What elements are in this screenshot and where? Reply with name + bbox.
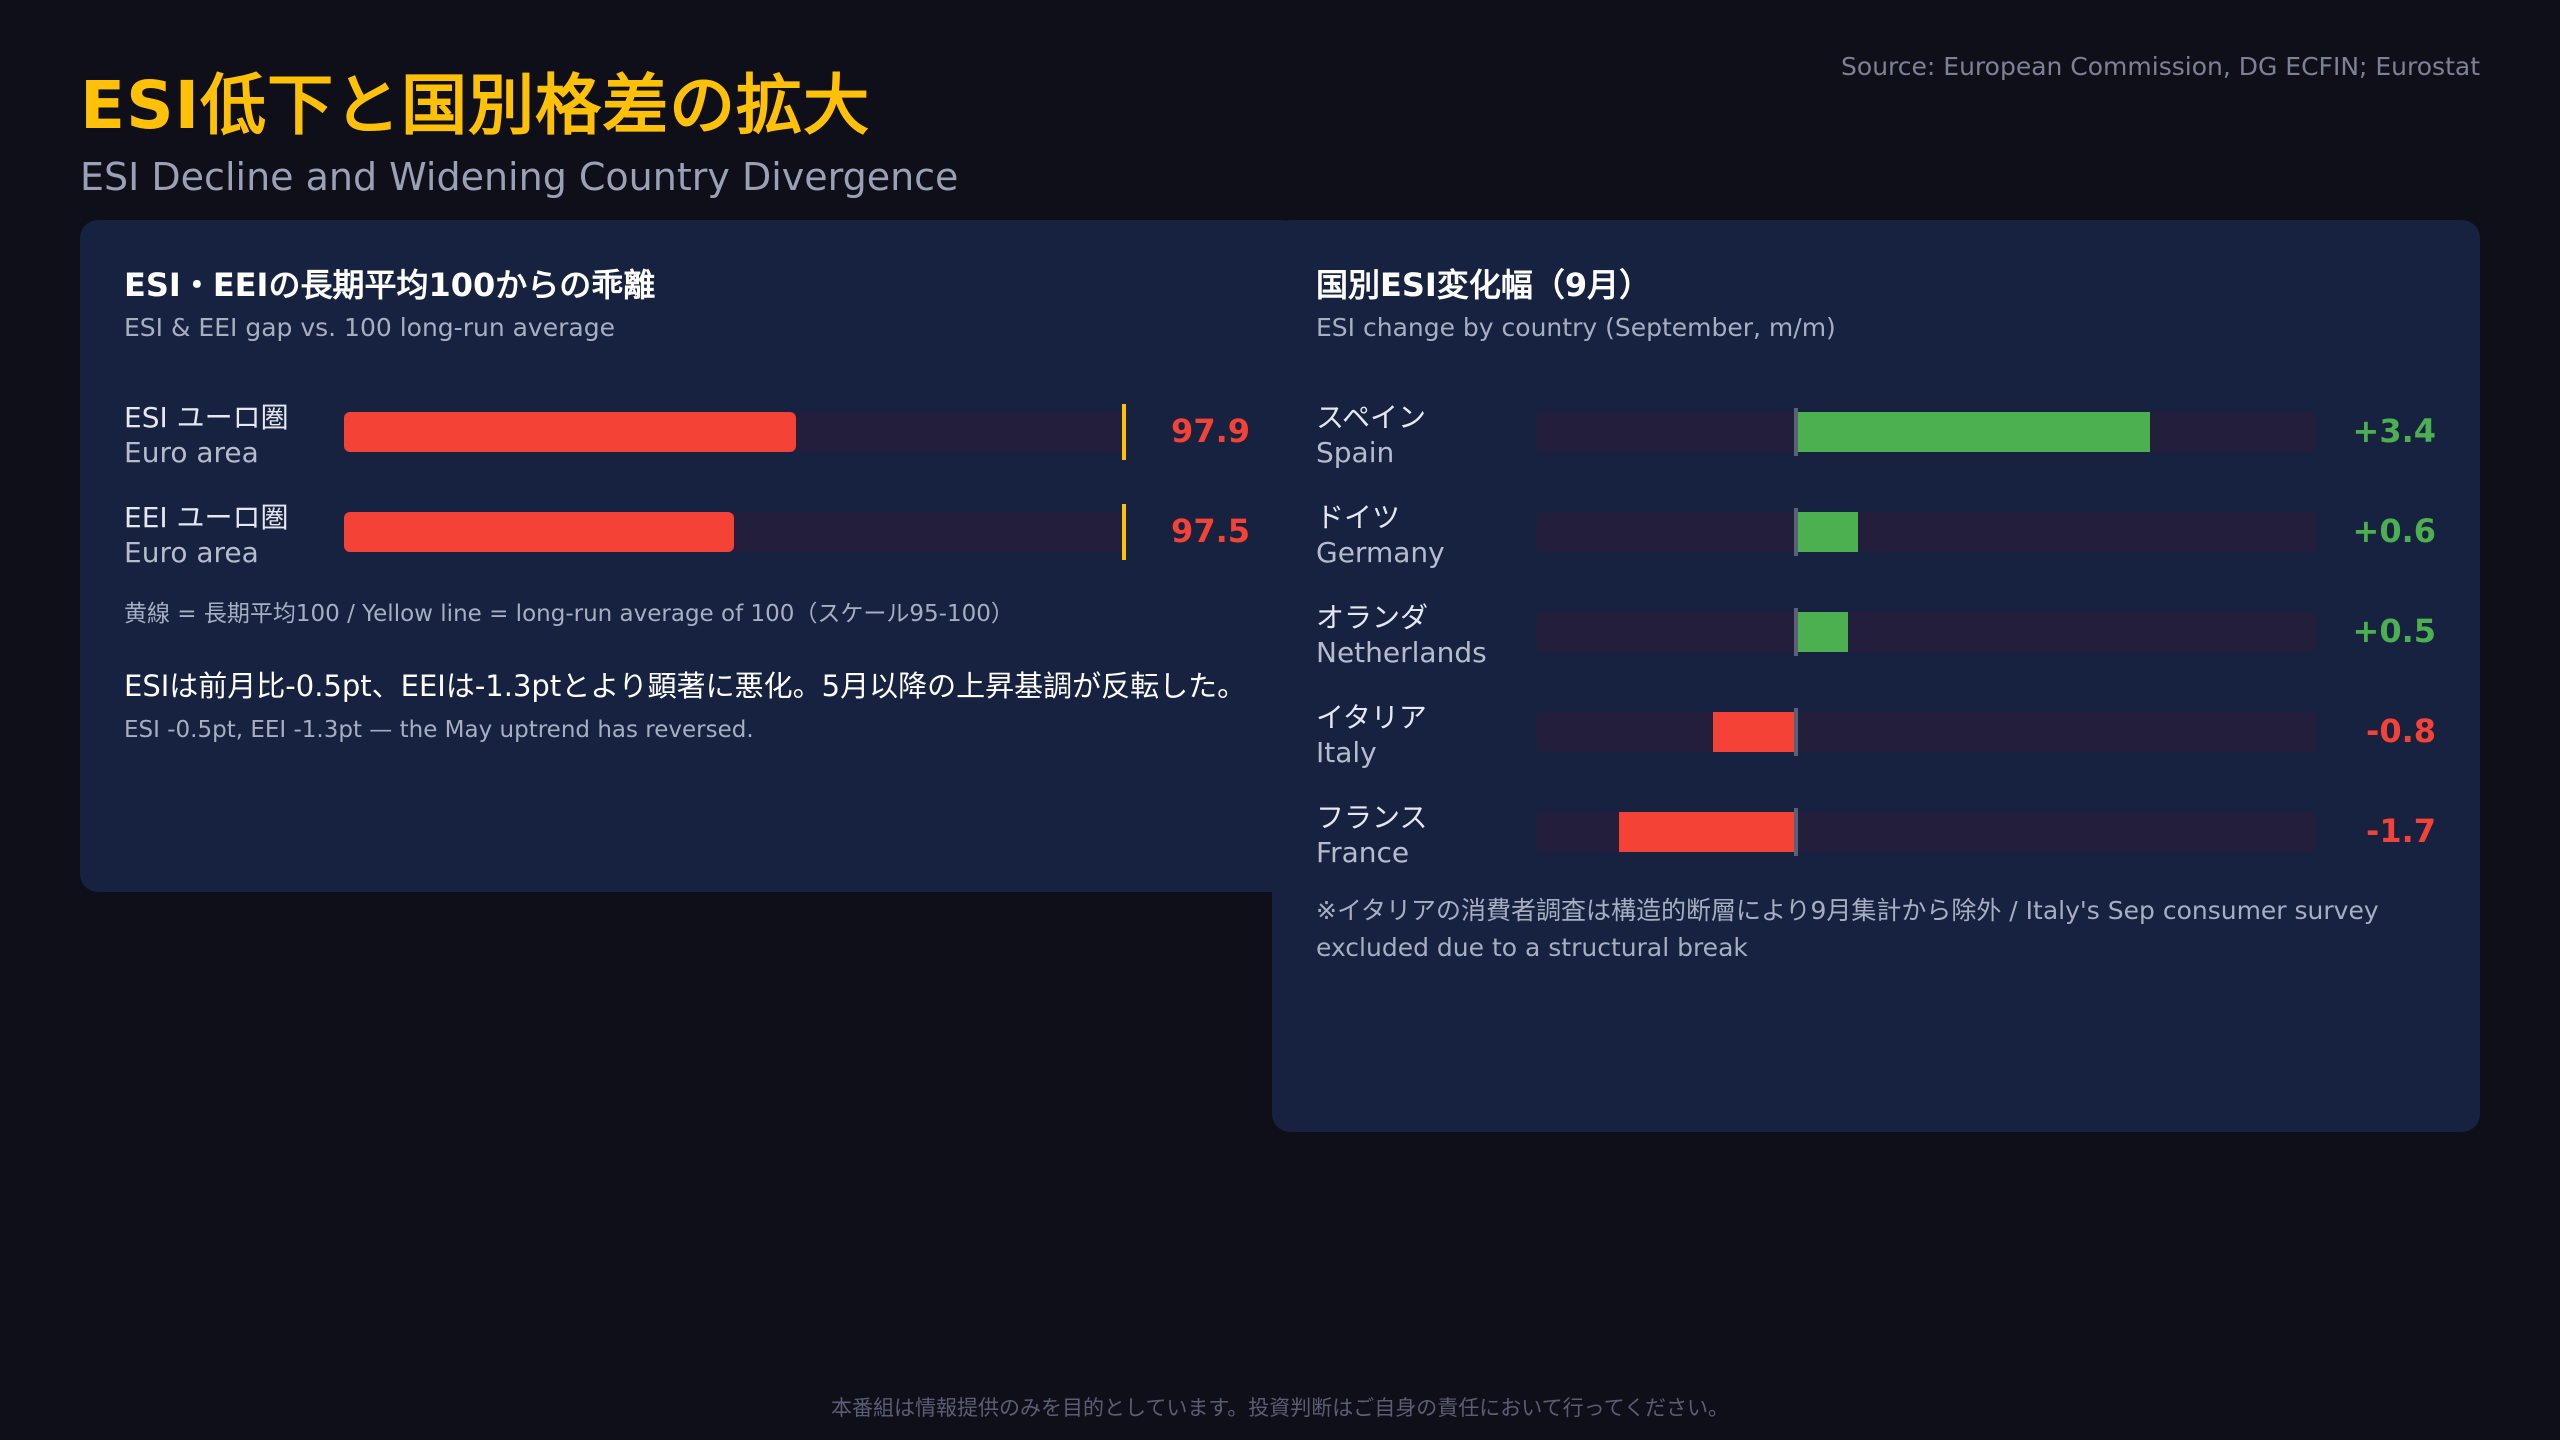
- bar: [344, 512, 734, 552]
- country-label-en: Italy: [1316, 736, 1377, 769]
- country-label-en: France: [1316, 836, 1410, 869]
- bar-label-jp: EEI ユーロ圏: [124, 501, 289, 534]
- panel-title: ESI・EEIの長期平均100からの乖離: [124, 266, 656, 304]
- source-note: Source: European Commission, DG ECFIN; E…: [1841, 52, 2480, 81]
- zero-line: [1794, 808, 1798, 856]
- bar-label-jp: ESI ユーロ圏: [124, 401, 289, 434]
- panel-title: 国別ESI変化幅（9月）: [1316, 266, 1652, 304]
- bar-value-label: +3.4: [2352, 412, 2437, 450]
- bar-value-label: -1.7: [2366, 812, 2436, 850]
- country-label-jp: フランス: [1316, 801, 1428, 834]
- disclaimer: 本番組は情報提供のみを目的としています。投資判断はご自身の責任において行ってくだ…: [831, 1396, 1729, 1420]
- country-label-en: Germany: [1316, 536, 1445, 569]
- comment-jp: ESIは前月比-0.5pt、EEIは-1.3ptとより顕著に悪化。5月以降の上昇…: [124, 669, 1247, 703]
- bar-label-en: Euro area: [124, 536, 259, 569]
- bar: [1619, 812, 1796, 852]
- bar-value-label: 97.9: [1171, 412, 1250, 450]
- bar-track: [1536, 712, 2316, 752]
- bar-value-label: -0.8: [2366, 712, 2436, 750]
- bar-value-label: +0.6: [2352, 512, 2437, 550]
- country-label-en: Spain: [1316, 436, 1395, 469]
- scale-note: 黄線 = 長期平均100 / Yellow line = long-run av…: [124, 601, 1014, 627]
- country-change-panel: 国別ESI変化幅（9月） ESI change by country (Sept…: [1272, 220, 2480, 1132]
- panel-subtitle: ESI change by country (September, m/m): [1316, 313, 1836, 342]
- country-label-jp: ドイツ: [1316, 501, 1401, 534]
- bar-value-label: 97.5: [1171, 512, 1250, 550]
- bar-label-en: Euro area: [124, 436, 259, 469]
- zero-line: [1794, 508, 1798, 556]
- panel-subtitle: ESI & EEI gap vs. 100 long-run average: [124, 313, 615, 342]
- country-label-en: Netherlands: [1316, 636, 1487, 669]
- comment-en: ESI -0.5pt, EEI -1.3pt — the May uptrend…: [124, 717, 754, 743]
- bar: [344, 412, 797, 452]
- zero-line: [1794, 408, 1798, 456]
- bar: [1796, 512, 1859, 552]
- zero-line: [1794, 708, 1798, 756]
- bar: [1796, 612, 1848, 652]
- country-label-jp: スペイン: [1316, 401, 1427, 434]
- bar: [1796, 412, 2150, 452]
- country-label-jp: オランダ: [1316, 601, 1429, 634]
- esi-eei-panel: ESI・EEIの長期平均100からの乖離 ESI & EEI gap vs. 1…: [80, 220, 1300, 892]
- zero-line: [1794, 608, 1798, 656]
- bar-track: [1536, 512, 2316, 552]
- page: ESI低下と国別格差の拡大 ESI Decline and Widening C…: [0, 0, 2560, 1440]
- bar: [1712, 712, 1796, 752]
- bar-value-label: +0.5: [2352, 612, 2437, 650]
- italy-note: ※イタリアの消費者調査は構造的断層により9月集計から除外 / Italy's S…: [1316, 896, 2379, 962]
- bar-track: [1536, 612, 2316, 652]
- page-title: ESI低下と国別格差の拡大: [80, 67, 871, 144]
- page-subtitle: ESI Decline and Widening Country Diverge…: [80, 155, 959, 199]
- country-label-jp: イタリア: [1316, 701, 1427, 734]
